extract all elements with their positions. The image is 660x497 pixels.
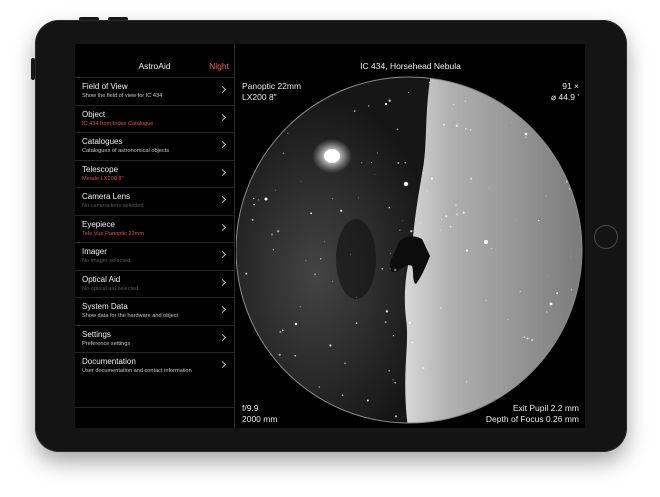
home-button[interactable] [594,225,618,249]
chevron-right-icon [218,278,227,286]
chevron-right-icon [218,250,227,259]
sidebar-item-label: Documentation [82,357,136,366]
sidebar-item-catalogues[interactable]: Catalogues Catalogues of astronomical obj… [75,132,234,160]
magnification-info: 91 × ⌀ 44.9 ' [551,81,579,103]
sidebar-item-camera-lens[interactable]: Camera Lens No camera lens selected [75,187,234,215]
magnification-value: 91 × [562,81,579,91]
chevron-right-icon [218,360,227,369]
sidebar-item-label: Object [82,109,106,119]
chevron-right-icon [218,223,227,231]
sidebar-item-subtitle: User documentation and contact informati… [82,368,192,374]
sidebar-item-subtitle: Tele Vue Panoptic 22mm [82,230,144,237]
sidebar-item-subtitle: Show the field of view for IC 434 [82,93,163,99]
sidebar-item-system-data[interactable]: System Data Show data for the hardware an… [75,297,234,325]
sidebar-item-label: Field of View [82,82,128,91]
sidebar-item-label: Eyepiece [82,219,115,229]
nebula-image [236,77,582,423]
sidebar-item-subtitle: No optical aid selected [82,285,139,292]
sidebar-item-subtitle: Preference settings [82,340,131,347]
chevron-right-icon [218,333,227,341]
sidebar-item-subtitle: No camera lens selected [82,203,144,209]
focal-ratio-value: f/9.9 [242,403,259,413]
sidebar-item-settings[interactable]: Settings Preference settings [75,324,234,353]
sidebar-header: AstroAid Night [75,44,234,77]
sidebar-item-optical-aid[interactable]: Optical Aid No optical aid selected [75,269,234,298]
page-title: IC 434, Horsehead Nebula [360,61,461,71]
sidebar-item-label: Imager [82,247,107,256]
sidebar-item-subtitle: Meade LX200 8" [82,175,124,182]
sidebar-item-label: Camera Lens [82,192,131,201]
chevron-right-icon [218,195,227,204]
main-panel: IC 434, Horsehead Nebula Panoptic 22mm L… [236,44,585,428]
sidebar-item-label: Settings [82,329,111,339]
sidebar-item-subtitle: No imager selected [82,258,131,264]
sidebar-item-field-of-view[interactable]: Field of View Show the field of view for … [75,77,234,105]
sidebar-item-label: Catalogues [82,137,123,146]
chevron-right-icon [218,168,227,176]
sidebar-menu: Field of View Show the field of view for … [75,77,234,380]
eyepiece-label: Panoptic 22mm [242,81,302,91]
sidebar-item-label: System Data [82,302,128,311]
sidebar-item-subtitle: IC 434 from Index Catalogue [82,120,154,127]
depth-of-focus-value: Depth of Focus 0.26 mm [485,414,579,424]
sidebar-item-documentation[interactable]: Documentation User documentation and cont… [75,352,234,380]
sidebar-bottom-divider [75,407,234,408]
sidebar-item-label: Optical Aid [82,274,121,284]
telescope-label: LX200 8" [242,92,277,102]
sidebar-item-subtitle: Show data for the hardware and object [82,313,179,319]
sidebar-item-object[interactable]: Object IC 434 from Index Catalogue [75,104,234,133]
night-mode-button[interactable]: Night [209,61,229,71]
screen: AstroAid Night Field of View Show the fie… [75,44,585,428]
sidebar-item-label: Telescope [82,164,119,174]
chevron-right-icon [218,140,227,149]
focal-length-value: 2000 mm [242,414,278,424]
sidebar: AstroAid Night Field of View Show the fie… [75,44,235,428]
sidebar-item-telescope[interactable]: Telescope Meade LX200 8" [75,159,234,188]
chevron-right-icon [218,85,227,94]
sidebar-item-eyepiece[interactable]: Eyepiece Tele Vue Panoptic 22mm [75,214,234,243]
eyepiece-telescope-info: Panoptic 22mm LX200 8" [242,81,301,103]
chevron-right-icon [218,305,227,314]
chevron-right-icon [218,113,227,121]
optics-info: Exit Pupil 2.2 mm Depth of Focus 0.26 mm [486,403,579,425]
field-diameter-value: ⌀ 44.9 ' [550,92,579,102]
sidebar-item-imager[interactable]: Imager No imager selected [75,242,234,270]
focal-info: f/9.9 2000 mm [242,403,277,425]
exit-pupil-value: Exit Pupil 2.2 mm [512,403,579,413]
sidebar-item-subtitle: Catalogues of astronomical objects [82,148,170,154]
